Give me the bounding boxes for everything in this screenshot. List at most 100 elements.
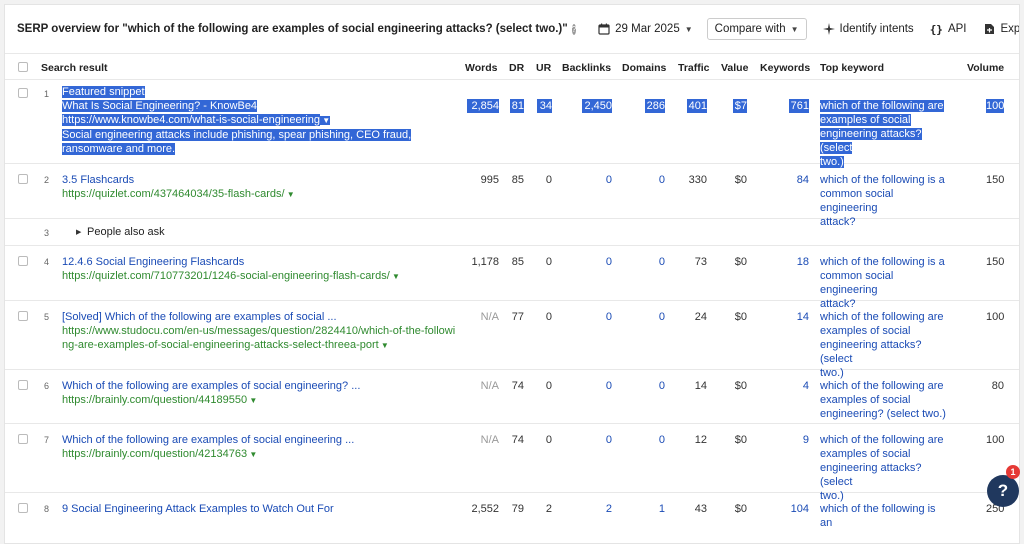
row-checkbox[interactable] bbox=[18, 434, 28, 444]
select-all-checkbox[interactable] bbox=[18, 62, 28, 72]
col-value[interactable]: Value bbox=[721, 62, 748, 74]
help-chat-button[interactable]: ? bbox=[987, 475, 1019, 507]
domains-value[interactable]: 1 bbox=[645, 502, 665, 516]
backlinks-value[interactable]: 0 bbox=[582, 310, 612, 324]
traffic-value: 73 bbox=[694, 256, 707, 268]
keywords-value[interactable]: 4 bbox=[789, 379, 809, 393]
keywords-value[interactable]: 84 bbox=[789, 173, 809, 187]
domains-value[interactable]: 0 bbox=[645, 379, 665, 393]
top-keyword[interactable]: which of the following are bbox=[820, 100, 944, 112]
table-row[interactable]: 1 Featured snippet What Is Social Engine… bbox=[5, 80, 1019, 168]
chevron-down-icon[interactable]: ▼ bbox=[247, 450, 257, 459]
caret-right-icon[interactable]: ▶ bbox=[76, 226, 81, 240]
row-checkbox[interactable] bbox=[18, 174, 28, 184]
dr-value: 81 bbox=[510, 99, 524, 113]
top-keyword[interactable]: examples of social bbox=[820, 325, 911, 337]
row-checkbox[interactable] bbox=[18, 503, 28, 513]
result-title[interactable]: 3.5 Flashcards bbox=[62, 174, 134, 186]
top-keyword[interactable]: examples of social bbox=[820, 448, 911, 460]
top-keyword[interactable]: which of the following is a bbox=[820, 256, 945, 268]
top-keyword[interactable]: which of the following are bbox=[820, 434, 944, 446]
chevron-down-icon[interactable]: ▼ bbox=[379, 341, 389, 350]
col-keywords[interactable]: Keywords bbox=[760, 62, 810, 74]
col-domains[interactable]: Domains bbox=[622, 62, 666, 74]
calendar-icon bbox=[598, 23, 610, 35]
top-keyword[interactable]: which of the following are bbox=[820, 311, 944, 323]
keywords-value[interactable]: 18 bbox=[789, 255, 809, 269]
domains-value[interactable]: 0 bbox=[645, 255, 665, 269]
chevron-down-icon[interactable]: ▼ bbox=[285, 190, 295, 199]
table-row[interactable]: 2 3.5 Flashcards https://quizlet.com/437… bbox=[5, 164, 1019, 228]
backlinks-value[interactable]: 0 bbox=[582, 255, 612, 269]
domains-value[interactable]: 0 bbox=[645, 310, 665, 324]
col-dr[interactable]: DR bbox=[509, 62, 524, 74]
identify-intents-button[interactable]: Identify intents bbox=[822, 23, 914, 35]
top-keyword[interactable]: examples of social bbox=[820, 114, 911, 126]
help-icon[interactable]: ? bbox=[571, 23, 577, 35]
row-checkbox[interactable] bbox=[18, 88, 28, 98]
result-url[interactable]: https://www.knowbe4.com/what-is-social-e… bbox=[62, 114, 321, 126]
compare-with-button[interactable]: Compare with ▼ bbox=[706, 18, 807, 40]
top-keyword[interactable]: engineering attacks? (select bbox=[820, 128, 922, 154]
result-title[interactable]: 12.4.6 Social Engineering Flashcards bbox=[62, 256, 244, 268]
top-keyword[interactable]: which of the following is a bbox=[820, 174, 945, 186]
backlinks-value[interactable]: 0 bbox=[582, 433, 612, 447]
col-volume[interactable]: Volume bbox=[967, 62, 1004, 74]
col-words[interactable]: Words bbox=[465, 62, 497, 74]
row-checkbox[interactable] bbox=[18, 380, 28, 390]
keywords-value[interactable]: 14 bbox=[789, 310, 809, 324]
col-ur[interactable]: UR bbox=[536, 62, 551, 74]
backlinks-value[interactable]: 2 bbox=[582, 502, 612, 516]
result-title[interactable]: 9 Social Engineering Attack Examples to … bbox=[62, 503, 334, 515]
top-keyword[interactable]: common social engineering bbox=[820, 270, 893, 296]
col-traffic[interactable]: Traffic bbox=[678, 62, 710, 74]
top-keyword[interactable]: engineering attacks? (select bbox=[820, 339, 922, 365]
keywords-value[interactable]: 9 bbox=[789, 433, 809, 447]
export-button[interactable]: Export bbox=[984, 23, 1019, 35]
col-search-result[interactable]: Search result bbox=[41, 62, 108, 74]
row-position: 6 bbox=[44, 381, 50, 391]
col-top-keyword[interactable]: Top keyword bbox=[820, 62, 884, 74]
top-keyword[interactable]: common social engineering bbox=[820, 188, 893, 214]
table-row[interactable]: 3 ▶ People also ask bbox=[5, 219, 1019, 246]
chevron-down-icon[interactable]: ▼ bbox=[247, 396, 257, 405]
people-also-ask[interactable]: People also ask bbox=[87, 225, 165, 239]
top-keyword[interactable]: which of the following is an bbox=[820, 503, 936, 529]
row-checkbox[interactable] bbox=[18, 256, 28, 266]
backlinks-value[interactable]: 2,450 bbox=[582, 99, 612, 113]
backlinks-value[interactable]: 0 bbox=[582, 379, 612, 393]
table-row[interactable]: 4 12.4.6 Social Engineering Flashcards h… bbox=[5, 246, 1019, 310]
col-backlinks[interactable]: Backlinks bbox=[562, 62, 611, 74]
value-value: $0 bbox=[734, 311, 747, 323]
result-url[interactable]: https://brainly.com/question/44189550 bbox=[62, 394, 247, 406]
result-url[interactable]: ng-are-examples-of-social-engineering-at… bbox=[62, 339, 379, 351]
date-picker[interactable]: 29 Mar 2025 ▼ bbox=[598, 23, 693, 35]
chevron-down-icon[interactable]: ▼ bbox=[390, 272, 400, 281]
backlinks-value[interactable]: 0 bbox=[582, 173, 612, 187]
table-row[interactable]: 7 Which of the following are examples of… bbox=[5, 424, 1019, 502]
domains-value[interactable]: 0 bbox=[645, 173, 665, 187]
top-keyword[interactable]: engineering attacks? (select bbox=[820, 462, 922, 488]
row-checkbox[interactable] bbox=[18, 311, 28, 321]
table-row[interactable]: 5 [Solved] Which of the following are ex… bbox=[5, 301, 1019, 379]
result-url[interactable]: https://quizlet.com/710773201/1246-socia… bbox=[62, 270, 390, 282]
result-title[interactable]: Which of the following are examples of s… bbox=[62, 434, 354, 446]
result-url[interactable]: https://quizlet.com/437464034/35-flash-c… bbox=[62, 188, 285, 200]
top-keyword[interactable]: examples of social bbox=[820, 394, 911, 406]
result-title[interactable]: What Is Social Engineering? - KnowBe4 bbox=[62, 100, 258, 112]
top-keyword[interactable]: engineering? (select two.) bbox=[820, 408, 946, 420]
dr-value: 79 bbox=[511, 503, 524, 515]
table-row[interactable]: 6 Which of the following are examples of… bbox=[5, 370, 1019, 424]
result-url[interactable]: https://www.studocu.com/en-us/messages/q… bbox=[62, 325, 455, 337]
result-title[interactable]: [Solved] Which of the following are exam… bbox=[62, 311, 337, 323]
keywords-value[interactable]: 761 bbox=[789, 99, 809, 113]
chevron-down-icon[interactable]: ▼ bbox=[320, 116, 331, 125]
result-url[interactable]: https://brainly.com/question/42134763 bbox=[62, 448, 247, 460]
domains-value[interactable]: 0 bbox=[645, 433, 665, 447]
api-button[interactable]: {} API bbox=[930, 23, 967, 36]
keywords-value[interactable]: 104 bbox=[789, 502, 809, 516]
top-keyword[interactable]: which of the following are bbox=[820, 380, 944, 392]
result-title[interactable]: Which of the following are examples of s… bbox=[62, 380, 360, 392]
domains-value[interactable]: 286 bbox=[645, 99, 665, 113]
traffic-value: 401 bbox=[687, 99, 707, 113]
